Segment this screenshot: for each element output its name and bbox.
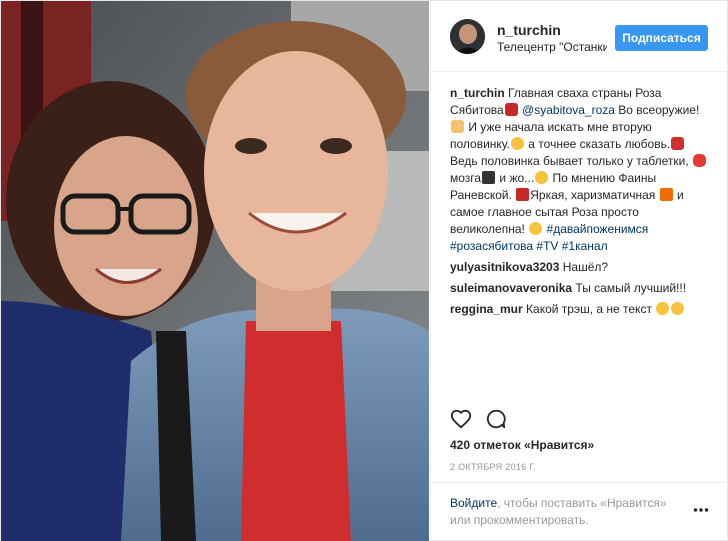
caption-text: и жо... [499,171,535,185]
caption-username[interactable]: n_turchin [450,86,505,100]
caption-text: а точнее сказать любовь. [528,137,671,151]
pill-emoji-icon [693,154,706,167]
more-options-icon[interactable] [693,507,709,513]
comment-bubble-icon[interactable] [485,408,507,430]
comment-text: Ты самый лучший!!! [575,281,687,295]
login-link[interactable]: Войдите [450,496,497,510]
comment-item: suleimanovaveronika Ты самый лучший!!! [450,280,712,297]
post-sidebar: n_turchin Телецентр "Останкино" Подписат… [430,1,728,541]
comment-username[interactable]: yulyasitnikova3203 [450,260,559,274]
caption-text: Яркая, харизматичная [530,188,656,202]
post-header: n_turchin Телецентр "Останкино" Подписат… [431,1,728,72]
mention-link[interactable]: @syabitova_roza [522,103,615,117]
grimace-emoji-icon [535,171,549,184]
comment-item: yulyasitnikova3203 Нашёл? [450,259,712,276]
selfie-image [1,1,429,541]
comments-list: n_turchin Главная сваха страны Роза Сяби… [450,85,712,318]
caption-text: Во всеоружие! [618,103,700,117]
smirk-emoji-icon [529,222,543,235]
caption-text: Ведь половинка бывает только у таблетки, [450,154,689,168]
instagram-post-embed: n_turchin Телецентр "Останкино" Подписат… [0,0,728,541]
post-location[interactable]: Телецентр "Останкино" [497,40,607,54]
action-bar [431,399,728,439]
graduation-cap-emoji-icon [482,171,496,184]
comment-text: Нашёл? [562,260,609,274]
comment-username[interactable]: suleimanovaveronika [450,281,572,295]
comment-text: Какой трэш, а не текст [526,302,652,316]
comment-username[interactable]: reggina_mur [450,302,523,316]
crying-laughing-emoji-icon [656,302,670,315]
collision-emoji-icon [659,188,673,201]
post-date[interactable]: 2 ОКТЯБРЯ 2016 Г. [450,462,536,472]
lips-emoji-icon [671,137,685,150]
follow-button[interactable]: Подписаться [615,25,708,51]
avatar[interactable] [450,19,485,54]
sweat-smile-emoji-icon [510,137,524,150]
comment-item: reggina_mur Какой трэш, а не текст [450,301,712,318]
heart-icon[interactable] [450,408,472,430]
post-username[interactable]: n_turchin [497,22,561,38]
red-book-emoji-icon [516,188,530,201]
red-bag-emoji-icon [504,103,518,116]
crying-laughing-emoji-icon [671,302,685,315]
caption-text: мозга [450,171,482,185]
post-caption: n_turchin Главная сваха страны Роза Сяби… [450,85,712,255]
login-prompt: Войдите, чтобы поставить «Нравится» или … [431,482,728,541]
likes-count[interactable]: 420 отметок «Нравится» [450,438,594,452]
point-up-emoji-icon [451,120,464,133]
post-photo[interactable] [1,1,429,541]
login-text: Войдите, чтобы поставить «Нравится» или … [450,495,680,529]
avatar-image [450,19,485,54]
